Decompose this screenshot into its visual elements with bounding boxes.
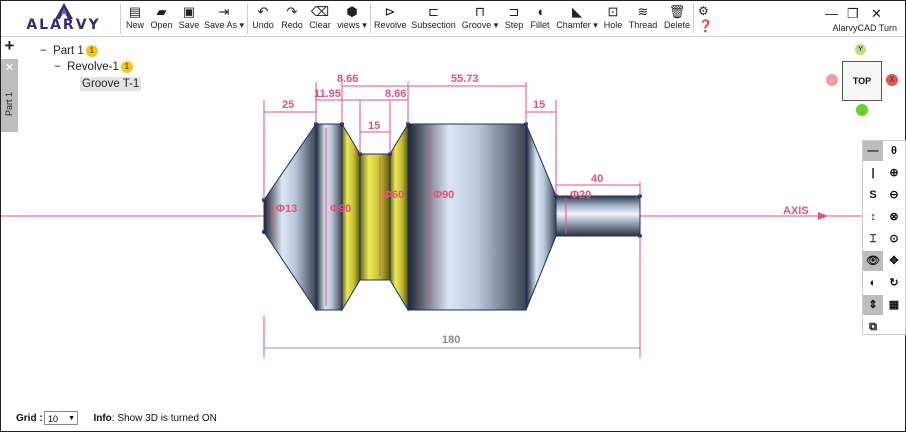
- main-cylinder: [407, 123, 527, 311]
- shoulder-section: [315, 123, 343, 311]
- dim-180: 180: [442, 334, 460, 346]
- groove-wall-right: [389, 122, 409, 312]
- groove-wall-left: [341, 122, 361, 312]
- resize-tool[interactable]: ↕: [863, 207, 883, 227]
- dim-40: 40: [591, 173, 603, 185]
- copy-view-icon[interactable]: ⧉: [863, 317, 883, 337]
- drawing-canvas[interactable]: AXIS 25 11.95 8.66 8.66 15 55.73 15 40 1…: [0, 0, 906, 432]
- dia-90-left: Φ90: [330, 203, 351, 215]
- bottom-dot[interactable]: [856, 104, 868, 116]
- dia-90-right: Φ90: [433, 189, 454, 201]
- info-label: Info: [93, 413, 112, 424]
- dim-15-right: 15: [533, 99, 545, 111]
- show-3d-eye-icon[interactable]: 👁: [863, 251, 883, 271]
- axis-label: AXIS: [783, 205, 809, 217]
- dim-55-73: 55.73: [451, 73, 479, 85]
- dim-15-groove: 15: [368, 120, 380, 132]
- taper-section: [525, 123, 557, 311]
- expand-vertical-icon[interactable]: ⇕: [863, 295, 883, 315]
- view-tools-panel: — | S ↕ ⌶ 👁 ◐ ⇕ ⧉ θ ⊕ ⊖ ⊗ ⊙ ✥ ↻ ▦: [862, 140, 906, 335]
- shaft-end: [555, 195, 641, 237]
- vertical-line-tool[interactable]: |: [863, 163, 883, 183]
- contrast-icon[interactable]: ◐: [863, 273, 883, 293]
- dim-25: 25: [282, 99, 294, 111]
- chevron-down-icon: ▼: [68, 415, 75, 422]
- view-cube-face[interactable]: TOP: [842, 61, 882, 101]
- axis-arrow-icon: [818, 212, 828, 220]
- dia-20: Φ20: [570, 189, 591, 201]
- refresh-icon[interactable]: ↻: [884, 273, 904, 293]
- info-text: : Show 3D is turned ON: [111, 413, 217, 424]
- snap-tool[interactable]: S: [863, 185, 883, 205]
- left-dot[interactable]: [826, 74, 838, 86]
- pan-icon[interactable]: ✥: [884, 251, 904, 271]
- dim-11-95: 11.95: [314, 88, 341, 100]
- view-cube[interactable]: Y X TOP: [826, 44, 898, 116]
- dia-13: Φ13: [276, 203, 297, 215]
- dimension-tool[interactable]: ⌶: [863, 229, 883, 249]
- dim-8-66-b: 8.66: [385, 88, 406, 100]
- groove-bottom: [359, 153, 391, 281]
- zoom-out-icon[interactable]: ⊖: [884, 185, 904, 205]
- grid-icon[interactable]: ▦: [884, 295, 904, 315]
- dim-8-66-a: 8.66: [337, 73, 358, 85]
- rotate-icon[interactable]: θ: [884, 141, 904, 161]
- grid-size-select[interactable]: 10 ▼: [44, 411, 78, 425]
- zoom-in-icon[interactable]: ⊕: [884, 163, 904, 183]
- part-body[interactable]: [263, 122, 641, 312]
- y-axis-dot[interactable]: Y: [855, 44, 866, 55]
- horizontal-line-tool[interactable]: —: [863, 141, 883, 161]
- x-axis-dot[interactable]: X: [886, 74, 898, 86]
- zoom-fit-icon[interactable]: ⊗: [884, 207, 904, 227]
- zoom-window-icon[interactable]: ⊙: [884, 229, 904, 249]
- dia-60: Φ60: [383, 189, 404, 201]
- grid-label: Grid :: [16, 413, 43, 424]
